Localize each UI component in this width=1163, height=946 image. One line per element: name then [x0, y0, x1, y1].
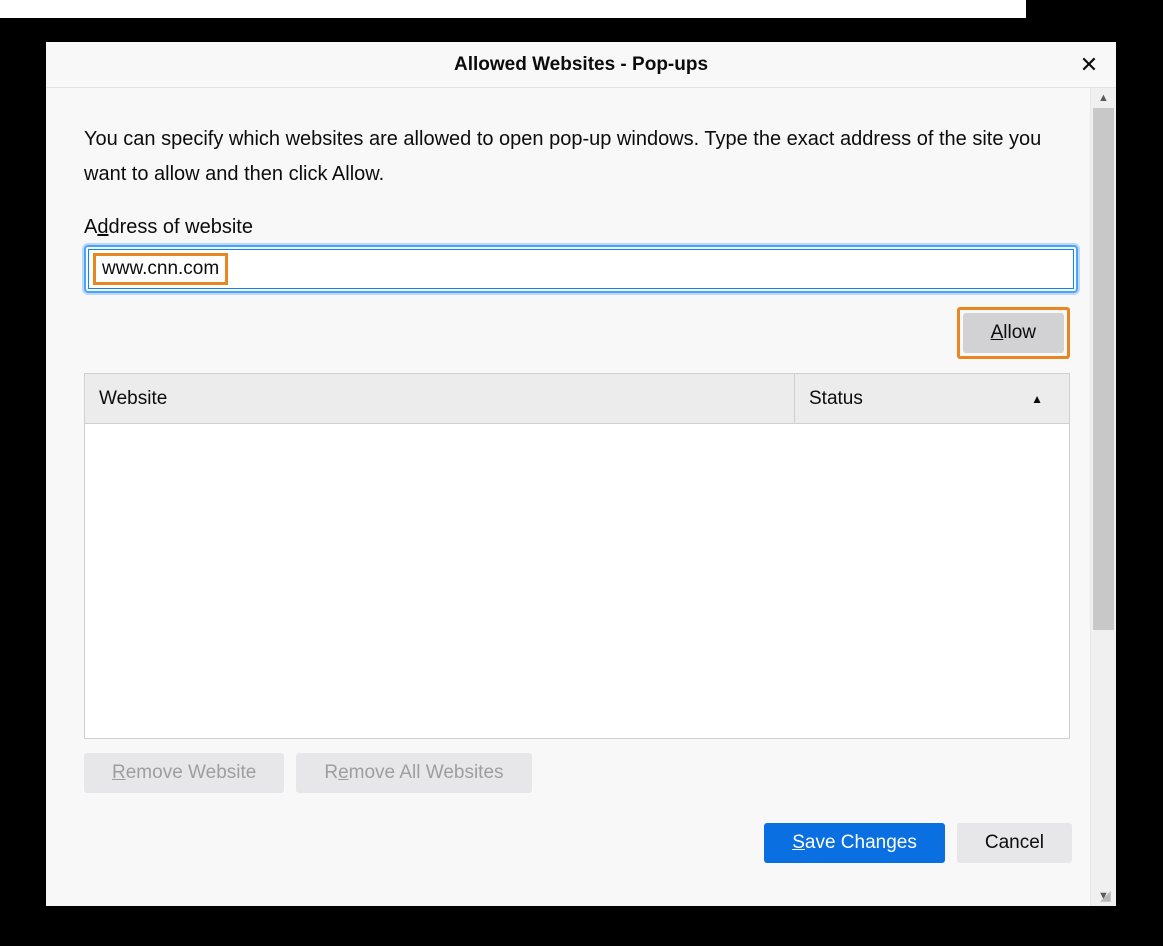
- dialog-content: You can specify which websites are allow…: [46, 88, 1090, 906]
- close-icon[interactable]: ✕: [1070, 46, 1108, 84]
- address-input[interactable]: www.cnn.com: [88, 249, 1074, 289]
- col-status-label: Status: [809, 388, 863, 410]
- col-status[interactable]: Status ▲: [794, 374, 1069, 423]
- dialog-titlebar: Allowed Websites - Pop-ups ✕: [46, 42, 1116, 88]
- address-label-pre: A: [84, 216, 97, 238]
- vertical-scrollbar[interactable]: ▲ ▼: [1090, 88, 1116, 906]
- allow-button-highlight: Allow: [957, 307, 1070, 359]
- remove-buttons-row: Remove Website Remove All Websites: [84, 753, 1078, 793]
- address-input-value: www.cnn.com: [102, 258, 219, 280]
- websites-table: Website Status ▲: [84, 373, 1070, 739]
- address-input-row: www.cnn.com: [84, 245, 1078, 293]
- scroll-up-icon[interactable]: ▲: [1091, 88, 1116, 108]
- allow-button-row: Allow: [84, 307, 1070, 359]
- remove-all-accel: e: [338, 762, 349, 783]
- sort-asc-icon: ▲: [1031, 392, 1043, 406]
- table-body-empty: [85, 424, 1069, 738]
- dialog-description: You can specify which websites are allow…: [84, 122, 1078, 192]
- col-website-label: Website: [99, 388, 167, 410]
- col-website[interactable]: Website: [85, 374, 794, 423]
- table-header: Website Status ▲: [85, 374, 1069, 424]
- remove-all-pre: R: [324, 762, 338, 783]
- allow-button-label: llow: [1003, 322, 1036, 343]
- remove-all-label: move All Websites: [349, 762, 504, 783]
- address-label: Address of website: [84, 216, 1078, 239]
- cancel-button[interactable]: Cancel: [957, 823, 1072, 863]
- remove-website-button[interactable]: Remove Website: [84, 753, 284, 793]
- save-cancel-row: Save Changes Cancel: [84, 823, 1072, 863]
- save-changes-button[interactable]: Save Changes: [764, 823, 945, 863]
- address-label-post: dress of website: [108, 216, 253, 238]
- scroll-down-icon[interactable]: ▼: [1091, 886, 1116, 906]
- background-strip: [0, 0, 1026, 18]
- address-focus-ring: www.cnn.com: [84, 245, 1078, 293]
- allow-button-accel: A: [991, 322, 1004, 343]
- scroll-thumb[interactable]: [1093, 108, 1114, 630]
- save-changes-accel: S: [792, 832, 805, 853]
- remove-website-label: emove Website: [126, 762, 257, 783]
- allow-button[interactable]: Allow: [963, 313, 1064, 353]
- dialog-body: You can specify which websites are allow…: [46, 88, 1116, 906]
- address-input-highlight: www.cnn.com: [93, 253, 228, 285]
- address-label-accel: d: [97, 216, 108, 238]
- popup-exceptions-dialog: Allowed Websites - Pop-ups ✕ You can spe…: [46, 42, 1116, 906]
- remove-website-accel: R: [112, 762, 126, 783]
- remove-all-websites-button[interactable]: Remove All Websites: [296, 753, 531, 793]
- dialog-title: Allowed Websites - Pop-ups: [46, 54, 1116, 76]
- save-changes-label: ave Changes: [805, 832, 917, 853]
